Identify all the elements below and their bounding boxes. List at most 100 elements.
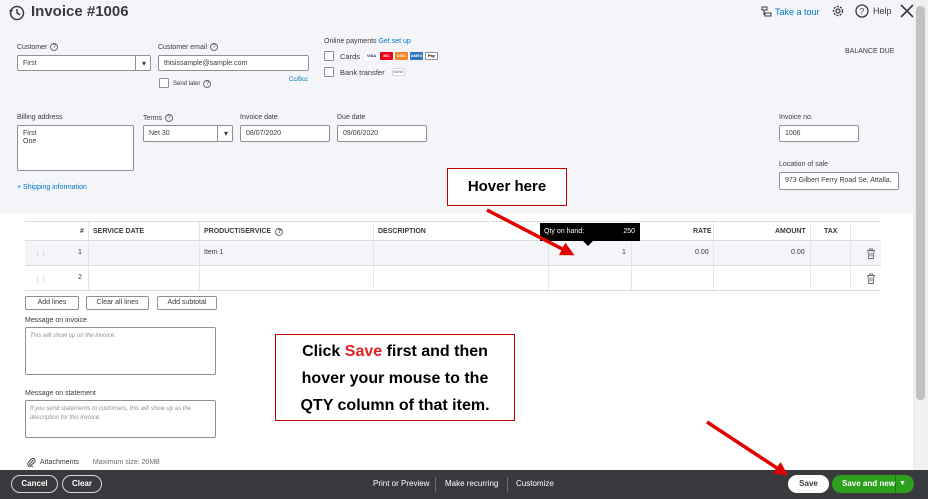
question-icon[interactable]: ?	[50, 43, 59, 51]
take-tour-label[interactable]: Take a tour	[775, 7, 820, 17]
attachments-section[interactable]: Attachments Maximum size: 20MB	[27, 457, 160, 467]
recent-transactions-icon[interactable]	[8, 4, 26, 22]
save-button[interactable]: Save	[788, 475, 829, 493]
save-options-chevron-icon[interactable]: ▼	[899, 480, 906, 487]
hover-here-callout: Hover here	[447, 168, 567, 206]
help-icon: ?	[855, 4, 869, 18]
invoice-no-value: 1006	[785, 130, 801, 137]
col-amount: AMOUNT	[775, 228, 806, 235]
question-icon[interactable]: ?	[210, 43, 219, 51]
paperclip-icon	[27, 458, 36, 467]
online-payments-text: Online payments	[324, 38, 377, 45]
trash-icon[interactable]	[866, 273, 876, 284]
print-preview-link[interactable]: Print or Preview	[373, 479, 429, 488]
message-on-statement-field[interactable]: If you send statements to customers, thi…	[25, 400, 216, 438]
billing-line-1: First	[23, 130, 37, 137]
invoice-no-field[interactable]: 1006	[779, 125, 859, 142]
row-number: 1	[78, 249, 82, 256]
close-icon[interactable]	[899, 3, 915, 19]
bank-transfer-checkbox[interactable]	[324, 67, 334, 77]
online-payments-label: Online payments Get set up	[324, 38, 411, 45]
page-scrollbar[interactable]	[913, 0, 928, 470]
question-icon[interactable]: ?	[275, 228, 284, 236]
terms-value: Net 30	[149, 130, 170, 137]
col-service-date: SERVICE DATE	[93, 228, 145, 235]
send-later-text: Send later	[173, 81, 201, 87]
terms-select[interactable]: Net 30	[143, 125, 233, 142]
attachments-label[interactable]: Attachments	[40, 459, 79, 466]
col-product-service: PRODUCT/SERVICE?	[204, 228, 284, 236]
clear-all-lines-button[interactable]: Clear all lines	[86, 296, 149, 310]
location-of-sale-field[interactable]: 973 Gilbert Ferry Road Se, Attalla,	[779, 172, 899, 190]
get-set-up-link[interactable]: Get set up	[378, 38, 410, 45]
row-qty[interactable]: 1	[622, 249, 626, 256]
instruction-line-2: hover your mouse to the	[301, 370, 489, 387]
bank-transfer-label: Bank transfer	[340, 68, 385, 77]
discover-icon: DISC	[395, 52, 408, 60]
instruction-post: first and then	[382, 343, 488, 360]
message-on-invoice-field[interactable]: This will show up on the invoice.	[25, 327, 216, 375]
mastercard-icon: MC	[380, 52, 393, 60]
drag-handle-icon[interactable]: ⋮⋮	[34, 250, 47, 258]
terms-label-text: Terms	[143, 114, 163, 122]
take-tour-link[interactable]: Take a tour	[761, 6, 820, 17]
customer-email-value: thisissample@sample.com	[164, 60, 248, 67]
customer-label: Customer?	[17, 43, 59, 51]
cards-label: Cards	[340, 52, 361, 61]
customer-email-field[interactable]: thisissample@sample.com	[158, 55, 309, 71]
terms-label: Terms?	[143, 114, 174, 122]
help-button[interactable]: ? Help	[855, 4, 892, 18]
row-amount[interactable]: 0.00	[791, 249, 805, 256]
drag-handle-icon[interactable]: ⋮⋮	[34, 275, 47, 283]
gear-icon[interactable]	[831, 4, 845, 18]
balance-due-label: BALANCE DUE	[845, 48, 895, 55]
trash-icon[interactable]	[866, 248, 876, 259]
col-product-text: PRODUCT/SERVICE	[204, 228, 272, 235]
send-later-checkbox[interactable]	[159, 78, 169, 88]
apple-pay-icon: Pay	[425, 52, 438, 60]
location-of-sale-label: Location of sale	[779, 161, 829, 168]
clear-button[interactable]: Clear	[62, 475, 102, 493]
instruction-save-word: Save	[344, 343, 383, 360]
customer-label-text: Customer	[17, 43, 48, 51]
amex-icon: AMEX	[410, 52, 423, 60]
question-icon[interactable]: ?	[203, 80, 212, 88]
col-number: #	[80, 228, 84, 235]
invoice-date-field[interactable]: 08/07/2020	[240, 125, 330, 142]
customer-email-label-text: Customer email	[158, 43, 208, 51]
col-rate: RATE	[693, 228, 712, 235]
scrollbar-thumb[interactable]	[916, 6, 925, 400]
instruction-line-3: QTY column of that item.	[300, 397, 490, 414]
cc-bcc-link[interactable]: Cc/Bcc	[289, 77, 308, 83]
add-subtotal-button[interactable]: Add subtotal	[157, 296, 217, 310]
visa-icon: VISA	[365, 52, 378, 60]
table-row[interactable]: ⋮⋮ 1 Item 1 1 0.00 0.00	[25, 241, 881, 266]
row-rate[interactable]: 0.00	[695, 249, 709, 256]
help-label[interactable]: Help	[873, 6, 892, 16]
send-later-label: Send later?	[173, 80, 212, 88]
cards-checkbox[interactable]	[324, 51, 334, 61]
row-product[interactable]: Item 1	[204, 249, 223, 256]
line-items-header: # SERVICE DATE PRODUCT/SERVICE? DESCRIPT…	[25, 221, 881, 241]
message-on-statement-label: Message on statement	[25, 390, 96, 397]
card-brands: VISA MC DISC AMEX Pay	[365, 52, 438, 60]
svg-text:?: ?	[860, 7, 865, 16]
question-icon[interactable]: ?	[165, 114, 174, 122]
due-date-field[interactable]: 09/06/2020	[337, 125, 427, 142]
table-row[interactable]: ⋮⋮ 2	[25, 266, 881, 291]
add-lines-button[interactable]: Add lines	[25, 296, 79, 310]
instruction-line-1: Click Save first and then	[276, 338, 514, 365]
instruction-callout: Click Save first and then hover your mou…	[275, 334, 515, 421]
customer-select[interactable]: First	[17, 55, 151, 71]
shipping-information-link[interactable]: + Shipping information	[17, 184, 87, 191]
tooltip-value: 250	[623, 228, 635, 235]
tooltip-label: Qty on hand:	[544, 228, 585, 235]
make-recurring-link[interactable]: Make recurring	[445, 479, 498, 488]
billing-address-label: Billing address	[17, 114, 63, 121]
billing-address-field[interactable]: First One	[17, 125, 134, 171]
cancel-button[interactable]: Cancel	[11, 475, 58, 493]
col-description: DESCRIPTION	[378, 228, 426, 235]
customize-link[interactable]: Customize	[516, 479, 554, 488]
col-tax: TAX	[824, 228, 838, 235]
attachments-max-size: Maximum size: 20MB	[92, 458, 160, 466]
